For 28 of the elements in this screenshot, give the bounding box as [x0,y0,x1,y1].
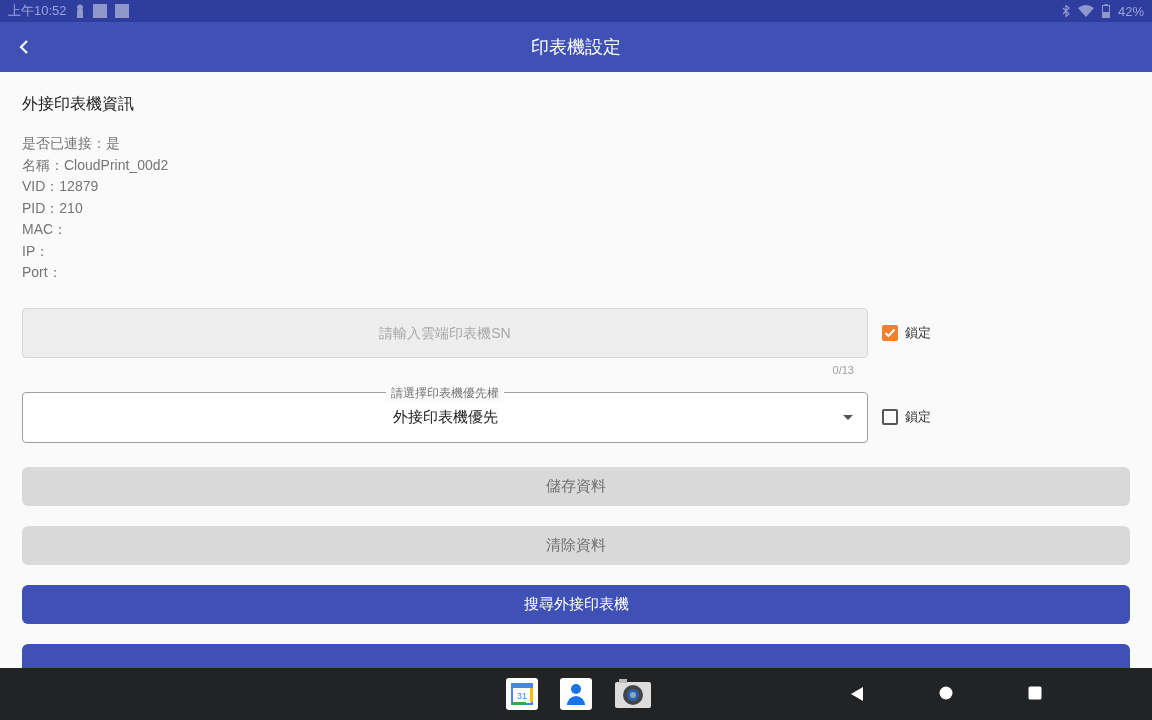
info-line: PID：210 [22,198,83,218]
status-time: 上午10:52 [8,2,67,20]
notification-icon [92,4,107,18]
camera-app-icon[interactable] [614,678,652,710]
notification-icon [114,4,129,18]
screen-title: 印表機設定 [531,36,621,59]
character-counter: 0/13 [831,363,854,376]
home-nav-icon[interactable] [939,686,953,700]
battery-icon [1101,4,1110,18]
info-line: MAC： [22,220,68,239]
bluetooth-icon [1061,5,1070,17]
section-title: 外接印表機資訊 [22,94,134,114]
info-line: 名稱：CloudPrint_00d2 [22,155,169,175]
info-line: IP： [22,241,50,261]
battery-level: 42% [1117,3,1144,19]
recents-nav-icon[interactable] [1028,686,1042,700]
info-line: Port： [22,263,62,282]
wifi-icon [1077,5,1094,17]
contacts-app-icon[interactable] [560,678,592,710]
action-button[interactable]: 搜尋外接印表機 [22,584,1130,624]
dropdown-caret-icon [843,414,853,420]
calendar-app-icon[interactable]: 31 [506,678,538,710]
back-nav-icon[interactable] [850,686,864,702]
info-line: 是否已連接：是 [22,134,120,153]
info-line: VID：12879 [22,177,99,196]
check-icon [884,326,896,339]
notification-icon [74,4,85,18]
lock-checkbox[interactable]: 鎖定 [882,408,931,426]
